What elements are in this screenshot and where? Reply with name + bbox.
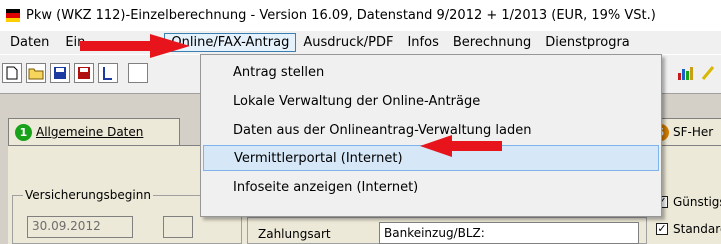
- toolbar-button[interactable]: [128, 63, 148, 83]
- chart-icon[interactable]: [676, 63, 696, 83]
- group-legend: Versicherungsbeginn: [23, 188, 153, 202]
- tab-label: Allgemeine Daten: [36, 125, 144, 139]
- annotation-arrow-right-icon: [80, 34, 190, 58]
- open-folder-icon[interactable]: [26, 63, 46, 83]
- date-picker-button[interactable]: [163, 216, 193, 238]
- zahlungsart-label: Zahlungsart: [258, 227, 331, 241]
- save-icon[interactable]: [50, 63, 70, 83]
- menu-dienstprogramme[interactable]: Dienstprogra: [538, 33, 637, 52]
- tab-allgemeine-daten[interactable]: 1 Allgemeine Daten: [8, 118, 180, 145]
- zahlungsart-field[interactable]: Bankeinzug/BLZ:: [379, 222, 639, 244]
- tab-label: SF-Her: [673, 125, 714, 139]
- menu-item-antrag-stellen[interactable]: Antrag stellen: [203, 59, 659, 85]
- menu-ausdruck-pdf[interactable]: Ausdruck/PDF: [296, 33, 400, 52]
- checkbox-label: Günstigster: [673, 195, 721, 209]
- german-flag-icon: [6, 8, 20, 23]
- tab-number-badge: 1: [15, 123, 32, 141]
- menu-daten[interactable]: Daten: [3, 33, 56, 52]
- versicherungsbeginn-date-field[interactable]: 30.09.2012: [27, 216, 133, 238]
- new-file-icon[interactable]: [2, 63, 22, 83]
- checkbox-checked-icon: ✓: [656, 222, 668, 235]
- menu-item-infoseite[interactable]: Infoseite anzeigen (Internet): [203, 174, 659, 200]
- menu-infos[interactable]: Infos: [400, 33, 445, 52]
- checkbox-label: Standard: [673, 222, 721, 236]
- export-icon[interactable]: [98, 63, 118, 83]
- title-bar: Pkw (WKZ 112)-Einzelberechnung - Version…: [0, 0, 721, 31]
- menu-berechnung[interactable]: Berechnung: [446, 33, 538, 52]
- save-as-icon[interactable]: [74, 63, 94, 83]
- window-title: Pkw (WKZ 112)-Einzelberechnung - Version…: [26, 8, 656, 23]
- standard-checkbox[interactable]: ✓ Standard: [656, 222, 721, 236]
- pencil-icon[interactable]: [698, 63, 718, 83]
- annotation-arrow-left-icon: [420, 135, 502, 157]
- menu-item-lokale-verwaltung[interactable]: Lokale Verwaltung der Online-Anträge: [203, 88, 659, 114]
- guenstigster-checkbox[interactable]: ✓ Günstigster: [656, 195, 721, 209]
